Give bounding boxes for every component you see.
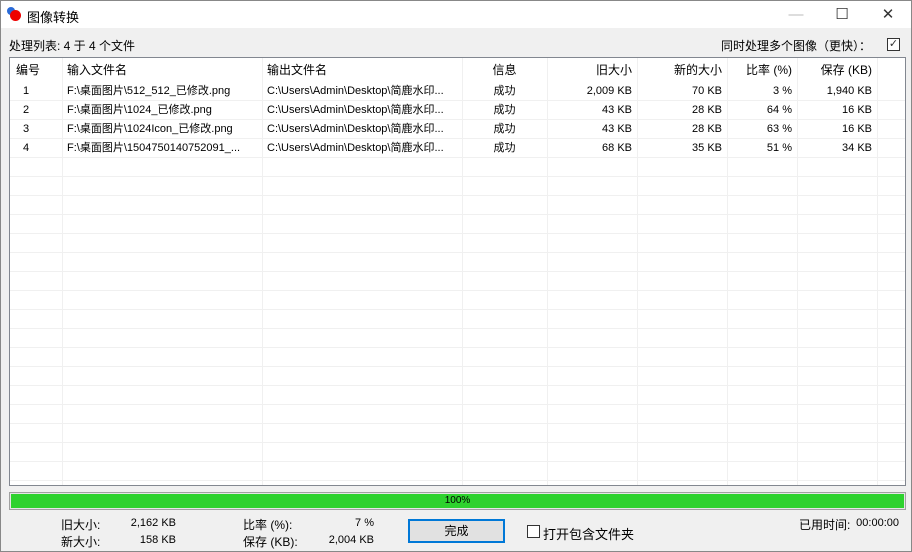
cell-index: 3: [23, 123, 30, 135]
cell-ratio: 63 %: [766, 123, 792, 135]
title-bar: 图像转换 — ☐ ✕: [1, 1, 911, 28]
cell-input: F:\桌面图片\512_512_已修改.png: [67, 85, 231, 97]
multi-thread-checkbox[interactable]: ✓: [887, 38, 900, 51]
saved-value: 2,004 KB: [328, 534, 374, 546]
cell-info: 成功: [493, 85, 516, 97]
cell-new-size: 28 KB: [692, 123, 722, 135]
cell-output: C:\Users\Admin\Desktop\简鹿水印...: [267, 142, 444, 154]
new-size-value: 158 KB: [139, 534, 176, 546]
cell-index: 1: [23, 85, 30, 97]
open-folder-label[interactable]: 打开包含文件夹: [543, 524, 634, 543]
open-folder-checkbox[interactable]: [527, 525, 540, 538]
cell-old-size: 2,009 KB: [586, 85, 632, 97]
minimize-button[interactable]: —: [773, 1, 819, 28]
cell-input: F:\桌面图片\1024_已修改.png: [67, 104, 212, 116]
cell-output: C:\Users\Admin\Desktop\简鹿水印...: [267, 104, 444, 116]
app-icon: [7, 7, 21, 21]
col-info[interactable]: 信息: [462, 58, 547, 82]
saved-label: 保存 (KB):: [243, 535, 298, 549]
cell-info: 成功: [493, 123, 516, 135]
window-title: 图像转换: [27, 10, 80, 25]
multi-thread-label: 同时处理多个图像（更快）：: [720, 39, 871, 53]
col-index[interactable]: 编号: [10, 58, 62, 82]
cell-index: 4: [23, 142, 30, 154]
old-size-value: 2,162 KB: [130, 517, 176, 529]
progress-bar: 100%: [9, 492, 906, 510]
table-row[interactable]: 4 F:\桌面图片\1504750140752091_... C:\Users\Ad…: [10, 139, 877, 158]
ratio-value: 7 %: [355, 517, 374, 529]
col-input[interactable]: 输入文件名: [62, 58, 262, 82]
cell-saved: 34 KB: [842, 142, 872, 154]
cell-index: 2: [23, 104, 30, 116]
cell-input: F:\桌面图片\1024Icon_已修改.png: [67, 123, 233, 135]
cell-ratio: 51 %: [766, 142, 792, 154]
cell-output: C:\Users\Admin\Desktop\简鹿水印...: [267, 85, 444, 97]
cell-old-size: 43 KB: [602, 123, 632, 135]
table-row[interactable]: 1 F:\桌面图片\512_512_已修改.png C:\Users\Admin\D…: [10, 82, 877, 101]
cell-ratio: 3 %: [773, 85, 792, 97]
col-old-size[interactable]: 旧大小: [547, 58, 637, 82]
cell-info: 成功: [493, 142, 516, 154]
file-table: 编号 输入文件名 输出文件名 信息 旧大小 新的大小 比率 (%) 保存 (KB…: [9, 57, 906, 486]
ratio-label: 比率 (%):: [243, 518, 293, 532]
old-size-label: 旧大小:: [61, 518, 101, 532]
col-output[interactable]: 输出文件名: [262, 58, 462, 82]
cell-old-size: 43 KB: [602, 104, 632, 116]
cell-saved: 1,940 KB: [826, 85, 872, 97]
col-new-size[interactable]: 新的大小: [637, 58, 727, 82]
cell-saved: 16 KB: [842, 123, 872, 135]
maximize-button[interactable]: ☐: [819, 1, 865, 28]
cell-info: 成功: [493, 104, 516, 116]
cell-saved: 16 KB: [842, 104, 872, 116]
cell-new-size: 28 KB: [692, 104, 722, 116]
cell-new-size: 70 KB: [692, 85, 722, 97]
status-text: 处理列表: 4 于 4 个文件: [9, 39, 136, 53]
cell-ratio: 64 %: [766, 104, 792, 116]
elapsed-value: 00:00:00: [856, 517, 899, 529]
table-header: 编号 输入文件名 输出文件名 信息 旧大小 新的大小 比率 (%) 保存 (KB…: [10, 58, 877, 82]
cell-input: F:\桌面图片\1504750140752091_...: [67, 142, 241, 154]
done-button[interactable]: 完成: [408, 519, 505, 543]
progress-label: 100%: [444, 495, 471, 506]
elapsed-label: 已用时间:: [799, 518, 851, 532]
table-row[interactable]: 2 F:\桌面图片\1024_已修改.png C:\Users\Admin\Desk…: [10, 101, 877, 120]
table-row[interactable]: 3 F:\桌面图片\1024Icon_已修改.png C:\Users\Admin\…: [10, 120, 877, 139]
cell-new-size: 35 KB: [692, 142, 722, 154]
cell-output: C:\Users\Admin\Desktop\简鹿水印...: [267, 123, 444, 135]
close-button[interactable]: ✕: [865, 1, 911, 28]
col-saved[interactable]: 保存 (KB): [797, 58, 877, 82]
new-size-label: 新大小:: [61, 535, 101, 549]
cell-old-size: 68 KB: [602, 142, 632, 154]
col-ratio[interactable]: 比率 (%): [727, 58, 797, 82]
